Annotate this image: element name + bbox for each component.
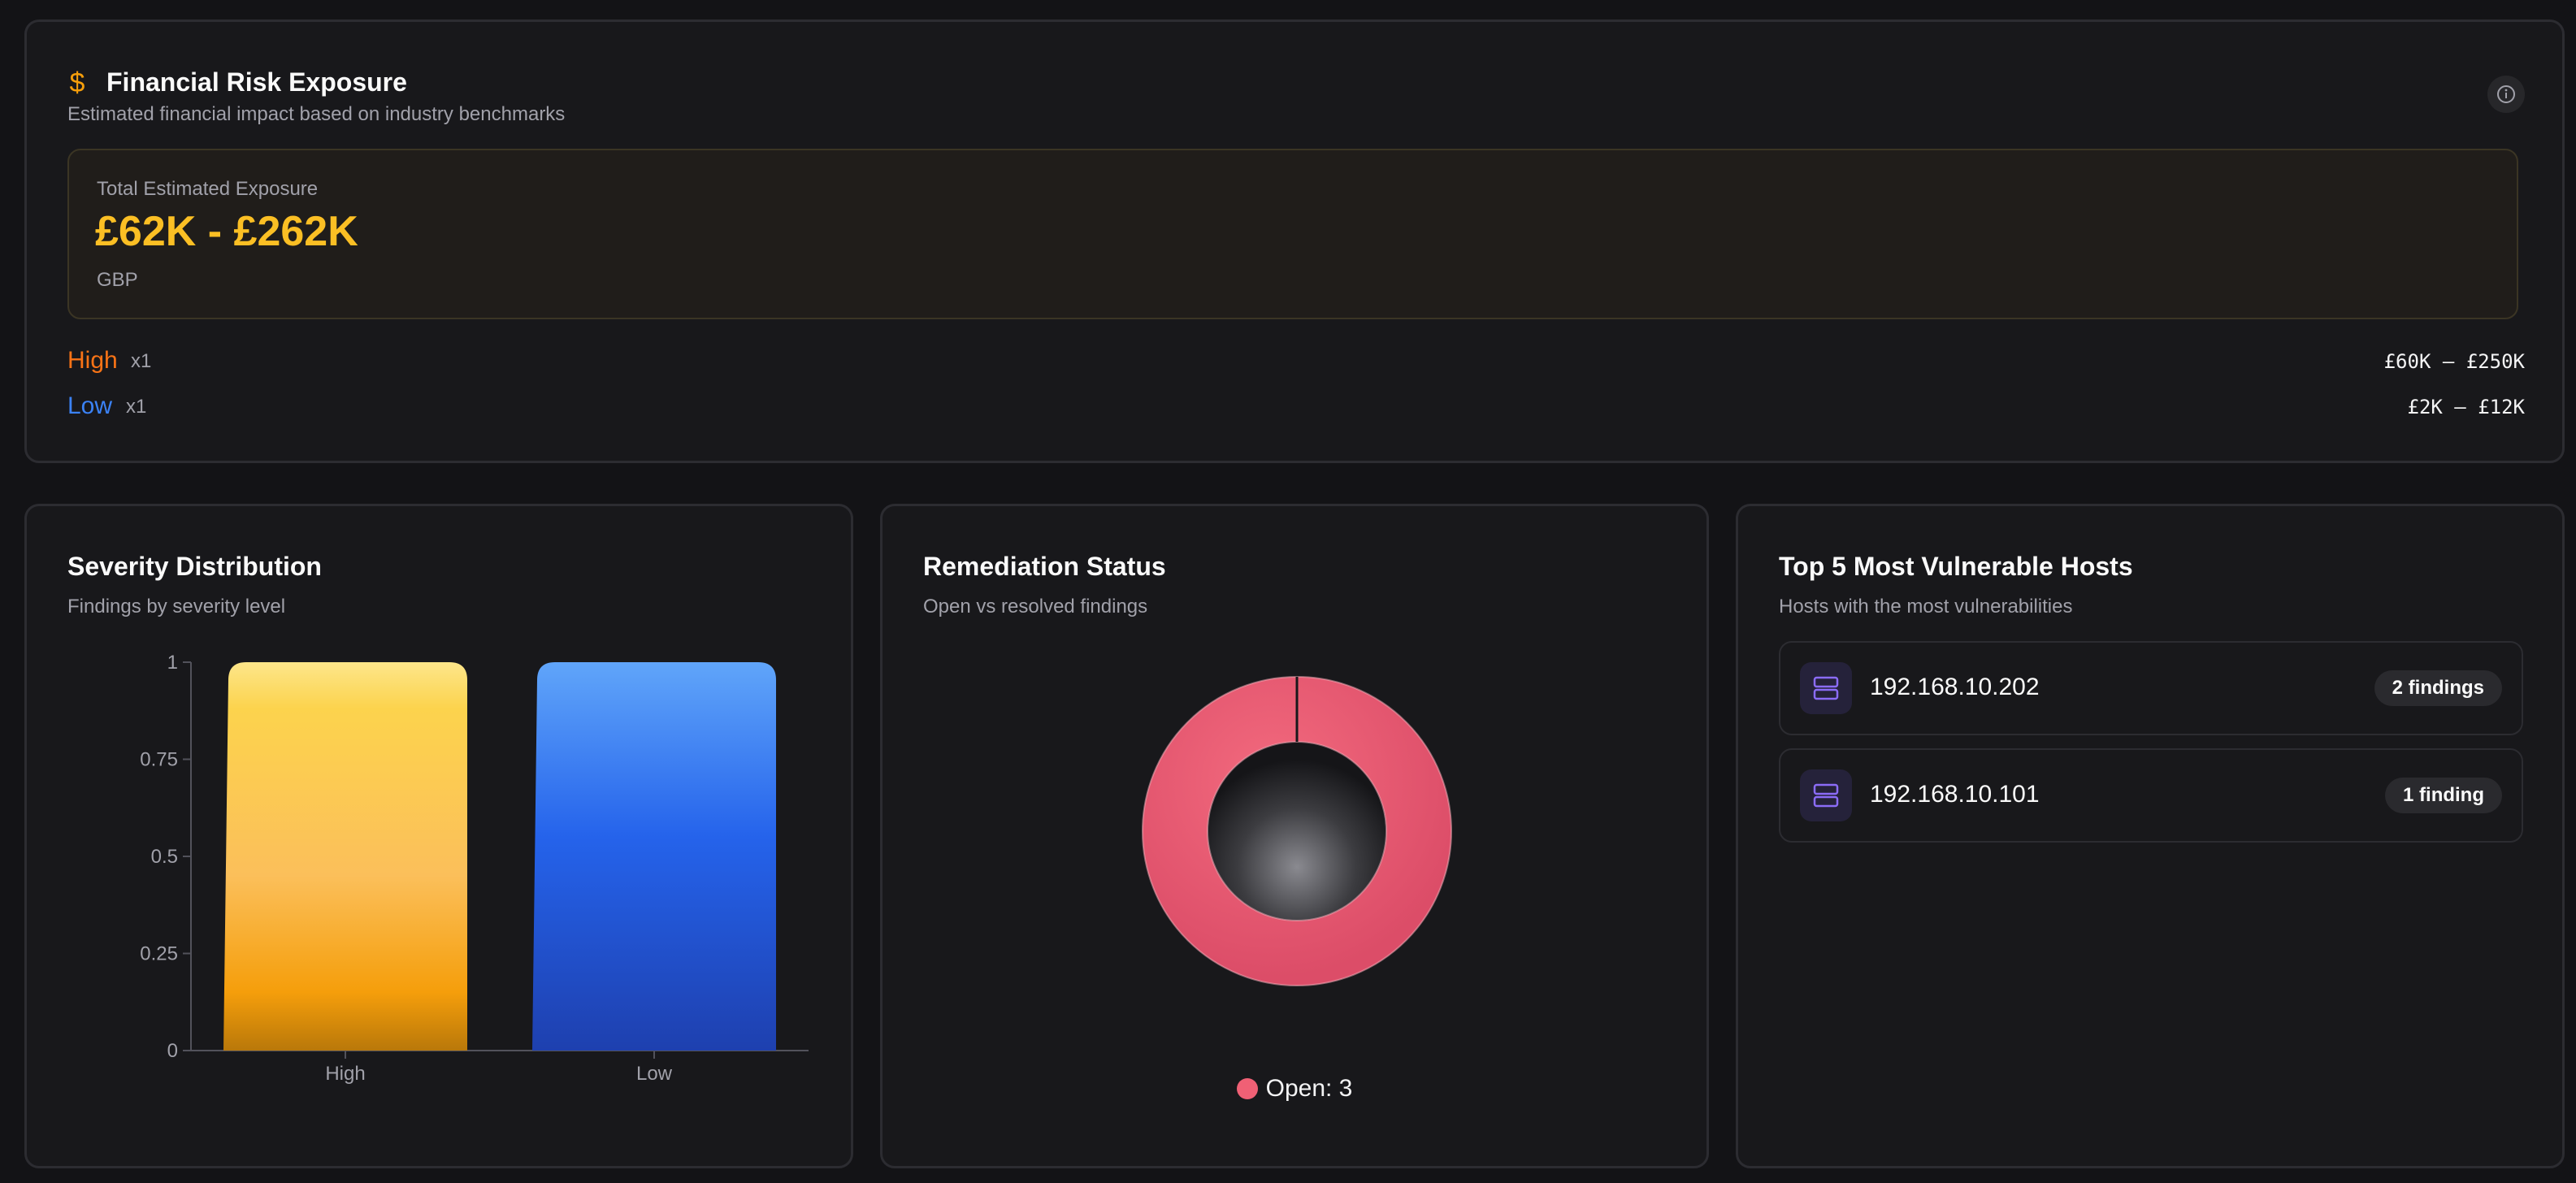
panel-subtitle: Hosts with the most vulnerabilities — [1779, 596, 2073, 618]
x-tick-label: High — [325, 1063, 365, 1085]
host-ip: 192.168.10.101 — [1870, 781, 2040, 808]
panel-title: Remediation Status — [923, 552, 1166, 581]
total-exposure-box: Total Estimated Exposure £62K - £262K GB… — [67, 149, 2518, 319]
currency-label: GBP — [97, 269, 138, 291]
host-ip: 192.168.10.202 — [1870, 674, 2040, 700]
total-exposure-label: Total Estimated Exposure — [97, 178, 319, 200]
severity-name: High — [67, 347, 118, 374]
severity-name: Low — [67, 392, 113, 419]
host-card[interactable]: 192.168.10.101 1 finding — [1779, 748, 2523, 843]
server-icon — [1800, 662, 1852, 714]
y-tick-label: 0.75 — [140, 749, 178, 771]
total-exposure-value: £62K - £262K — [95, 208, 358, 255]
svg-text:$: $ — [70, 67, 85, 98]
remediation-donut-chart — [1142, 676, 1452, 986]
legend-label-open: Open: 3 — [1265, 1075, 1353, 1102]
severity-bar-chart: 0 0.25 0.5 0.75 1 High Low — [140, 652, 809, 1085]
bar-low[interactable] — [532, 662, 776, 1051]
findings-badge: 2 findings — [2374, 670, 2502, 706]
server-icon — [1800, 769, 1852, 821]
findings-badge: 1 finding — [2385, 778, 2502, 813]
severity-distribution-panel: Severity Distribution Findings by severi… — [24, 504, 853, 1168]
dollar-icon: $ — [70, 67, 85, 98]
donut-legend: Open: 3 — [883, 1075, 1706, 1103]
financial-risk-panel: $ Financial Risk Exposure Estimated fina… — [24, 20, 2565, 463]
panel-subtitle: Open vs resolved findings — [923, 596, 1148, 618]
y-tick-label: 0.25 — [140, 943, 178, 965]
severity-row-high: High x1 £60K – £250K — [67, 344, 2525, 376]
panel-subtitle: Findings by severity level — [67, 596, 286, 618]
panel-title: Severity Distribution — [67, 552, 322, 581]
severity-range: £2K – £12K — [2407, 396, 2526, 418]
severity-multiplier: x1 — [131, 350, 152, 372]
y-tick-label: 0.5 — [151, 846, 178, 868]
severity-range: £60K – £250K — [2383, 350, 2525, 373]
panel-subtitle: Estimated financial impact based on indu… — [67, 103, 566, 125]
y-tick-label: 1 — [167, 652, 178, 674]
severity-multiplier: x1 — [126, 396, 147, 418]
panel-title: Financial Risk Exposure — [106, 67, 407, 97]
host-card[interactable]: 192.168.10.202 2 findings — [1779, 641, 2523, 735]
remediation-status-panel: Remediation Status Open vs resolved find… — [880, 504, 1709, 1168]
info-icon[interactable] — [2487, 76, 2525, 113]
panel-title: Top 5 Most Vulnerable Hosts — [1779, 552, 2133, 581]
bar-high[interactable] — [223, 662, 467, 1051]
legend-swatch-open — [1236, 1078, 1258, 1099]
x-tick-label: Low — [636, 1063, 673, 1085]
vulnerable-hosts-panel: Top 5 Most Vulnerable Hosts Hosts with t… — [1736, 504, 2565, 1168]
y-tick-label: 0 — [167, 1040, 178, 1062]
severity-row-low: Low x1 £2K – £12K — [67, 389, 2525, 422]
donut-center — [1207, 741, 1387, 921]
